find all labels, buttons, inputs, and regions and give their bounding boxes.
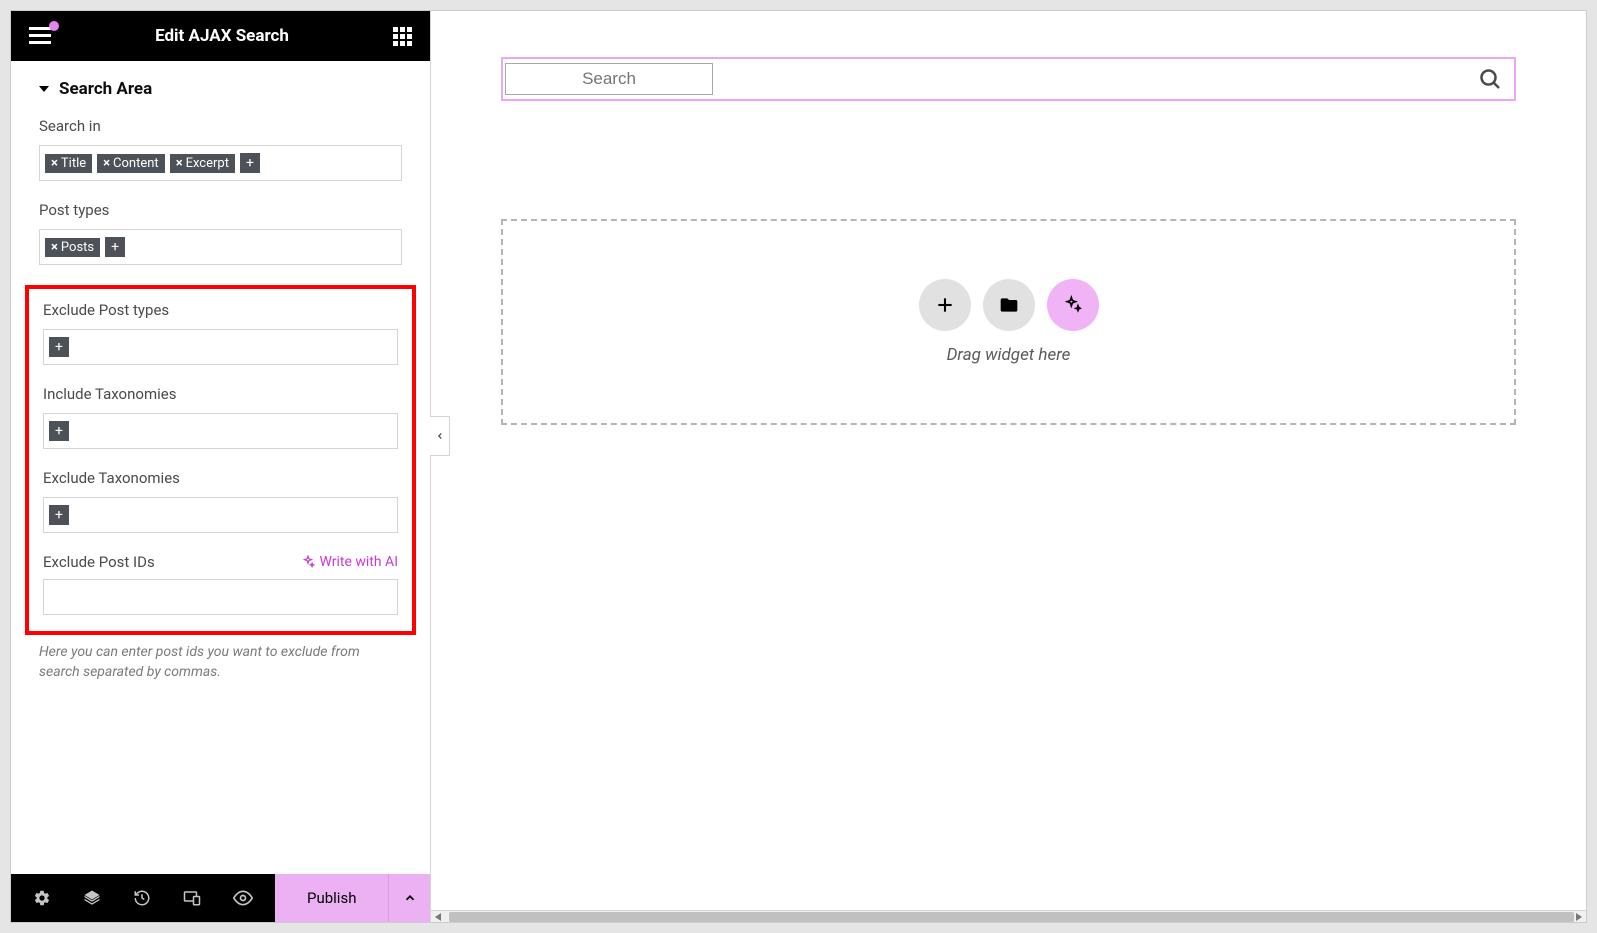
notification-dot	[49, 21, 59, 31]
exclude-post-types-input[interactable]: +	[43, 329, 398, 365]
responsive-icon[interactable]	[183, 889, 201, 907]
add-exclude-taxonomies-button[interactable]: +	[49, 505, 69, 525]
search-in-input[interactable]: ×Title ×Content ×Excerpt +	[39, 145, 402, 181]
sparkle-icon	[301, 555, 315, 569]
app-root: Edit AJAX Search Search Area Search in ×…	[10, 10, 1587, 923]
insert-template-button[interactable]	[983, 279, 1035, 331]
post-types-label: Post types	[39, 201, 402, 219]
exclude-post-ids-hint: Here you can enter post ids you want to …	[39, 643, 402, 682]
add-search-in-button[interactable]: +	[240, 153, 260, 173]
search-widget[interactable]	[501, 57, 1516, 101]
preview-eye-icon[interactable]	[233, 888, 253, 908]
chip-title[interactable]: ×Title	[45, 154, 92, 173]
menu-hamburger-icon[interactable]	[29, 27, 51, 45]
chip-excerpt[interactable]: ×Excerpt	[170, 154, 235, 173]
sparkle-icon	[1063, 295, 1083, 315]
exclude-post-ids-input[interactable]	[43, 579, 398, 615]
scroll-left-icon	[435, 913, 441, 921]
search-icon[interactable]	[1478, 67, 1502, 91]
drop-zone-label: Drag widget here	[947, 345, 1071, 365]
include-taxonomies-label: Include Taxonomies	[43, 385, 398, 403]
collapse-sidebar-handle[interactable]	[430, 416, 450, 456]
add-post-types-button[interactable]: +	[105, 237, 125, 257]
highlighted-group: Exclude Post types + Include Taxonomies …	[25, 285, 416, 635]
bottombar: Publish	[11, 874, 430, 922]
topbar: Edit AJAX Search	[11, 11, 430, 61]
exclude-post-ids-label: Exclude Post IDs	[43, 553, 155, 571]
scroll-right-icon	[1576, 913, 1582, 921]
folder-icon	[999, 295, 1019, 315]
chip-content[interactable]: ×Content	[97, 154, 165, 173]
search-in-label: Search in	[39, 117, 402, 135]
layers-icon[interactable]	[83, 889, 101, 907]
chevron-up-icon	[403, 891, 417, 905]
publish-label: Publish	[307, 889, 356, 907]
section-title-label: Search Area	[59, 79, 152, 99]
chevron-left-icon	[435, 431, 445, 441]
publish-options-button[interactable]	[388, 874, 430, 922]
plus-icon	[935, 295, 955, 315]
widgets-grid-icon[interactable]	[393, 27, 412, 46]
include-taxonomies-input[interactable]: +	[43, 413, 398, 449]
add-exclude-post-types-button[interactable]: +	[49, 337, 69, 357]
section-search-area-toggle[interactable]: Search Area	[39, 79, 402, 99]
horizontal-scrollbar[interactable]	[431, 910, 1586, 922]
add-include-taxonomies-button[interactable]: +	[49, 421, 69, 441]
remove-icon: ×	[51, 240, 58, 255]
preview-canvas: Drag widget here	[431, 11, 1586, 922]
history-icon[interactable]	[133, 889, 151, 907]
publish-button[interactable]: Publish	[275, 874, 388, 922]
ai-generate-button[interactable]	[1047, 279, 1099, 331]
search-input[interactable]	[505, 63, 713, 95]
drop-zone[interactable]: Drag widget here	[501, 219, 1516, 425]
remove-icon: ×	[103, 156, 110, 171]
write-with-ai-link[interactable]: Write with AI	[301, 554, 398, 570]
add-widget-button[interactable]	[919, 279, 971, 331]
bottom-icons	[11, 874, 275, 922]
write-with-ai-label: Write with AI	[319, 554, 398, 570]
scrollbar-thumb[interactable]	[449, 912, 1574, 922]
exclude-taxonomies-input[interactable]: +	[43, 497, 398, 533]
page-title: Edit AJAX Search	[155, 26, 289, 46]
exclude-taxonomies-label: Exclude Taxonomies	[43, 469, 398, 487]
panel-body: Search Area Search in ×Title ×Content ×E…	[11, 61, 430, 874]
caret-down-icon	[39, 86, 49, 92]
settings-gear-icon[interactable]	[33, 889, 51, 907]
editor-sidebar: Edit AJAX Search Search Area Search in ×…	[11, 11, 431, 922]
post-types-input[interactable]: ×Posts +	[39, 229, 402, 265]
remove-icon: ×	[51, 156, 58, 171]
chip-posts[interactable]: ×Posts	[45, 238, 100, 257]
remove-icon: ×	[176, 156, 183, 171]
exclude-post-types-label: Exclude Post types	[43, 301, 398, 319]
